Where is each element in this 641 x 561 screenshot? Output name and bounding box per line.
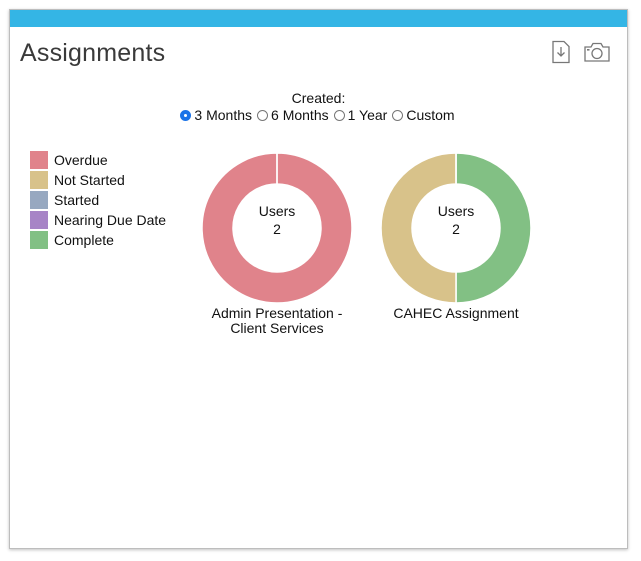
widget-title: Assignments — [20, 39, 166, 67]
widget-header-bar — [10, 10, 627, 27]
legend-label: Nearing Due Date — [54, 212, 167, 228]
range-option-custom[interactable]: Custom — [392, 107, 455, 124]
radio-button[interactable] — [180, 110, 192, 121]
range-option-3-months[interactable]: 3 Months — [180, 107, 252, 124]
legend-swatch — [30, 151, 48, 169]
donut-center-value: 2 — [452, 221, 460, 237]
range-option-label: 6 Months — [271, 107, 329, 123]
donut-caption: CAHEC Assignment — [366, 306, 546, 321]
camera-icon[interactable] — [582, 40, 612, 64]
range-options: 3 Months 6 Months 1 Year Custom — [10, 107, 627, 124]
legend-swatch — [30, 191, 48, 209]
donut-center-label: Users — [258, 203, 296, 219]
donut-caption-line: Admin Presentation - — [211, 305, 343, 321]
range-option-label: Custom — [406, 107, 455, 123]
radio-button[interactable] — [333, 110, 345, 121]
donut-caption-line: CAHEC Assignment — [393, 305, 519, 321]
legend-swatch — [30, 171, 48, 189]
donut-chart-admin-presentation: Users 2 Admin Presentation - Client Service… — [187, 153, 367, 336]
created-label: Created: — [291, 90, 346, 106]
legend-label: Overdue — [54, 152, 108, 168]
legend-label: Complete — [54, 232, 114, 248]
radio-button[interactable] — [257, 110, 269, 121]
legend-label: Not Started — [54, 172, 125, 188]
radio-button[interactable] — [392, 110, 404, 121]
legend-swatch — [30, 211, 48, 229]
legend-label: Started — [54, 192, 100, 208]
range-option-label: 1 Year — [347, 107, 388, 123]
range-option-6-months[interactable]: 6 Months — [257, 107, 329, 124]
legend-item: Not Started — [30, 170, 166, 190]
donut-caption-line: Client Services — [230, 320, 324, 336]
range-option-1-year[interactable]: 1 Year — [333, 107, 388, 124]
legend-swatch — [30, 231, 48, 249]
legend-item: Complete — [30, 230, 166, 250]
donut-chart-cahec-assignment: Users 2 CAHEC Assignment — [366, 153, 546, 321]
donut-center-value: 2 — [273, 221, 281, 237]
download-icon[interactable] — [550, 40, 572, 64]
donut-center-label: Users — [437, 203, 475, 219]
donut-center-text: Users 2 — [187, 202, 367, 238]
legend-item: Started — [30, 190, 166, 210]
legend-item: Overdue — [30, 150, 166, 170]
range-option-label: 3 Months — [194, 107, 253, 123]
legend-item: Nearing Due Date — [30, 210, 166, 230]
donut-caption: Admin Presentation - Client Services — [187, 306, 367, 336]
assignments-widget: Assignments Created: 3 Months 6 Months 1 Y… — [9, 9, 628, 549]
donut-center-text: Users 2 — [366, 202, 546, 238]
chart-legend: Overdue Not Started Started Nearing Due Dat… — [30, 150, 166, 250]
created-filter: Created: 3 Months 6 Months 1 Year Custom — [10, 90, 627, 124]
